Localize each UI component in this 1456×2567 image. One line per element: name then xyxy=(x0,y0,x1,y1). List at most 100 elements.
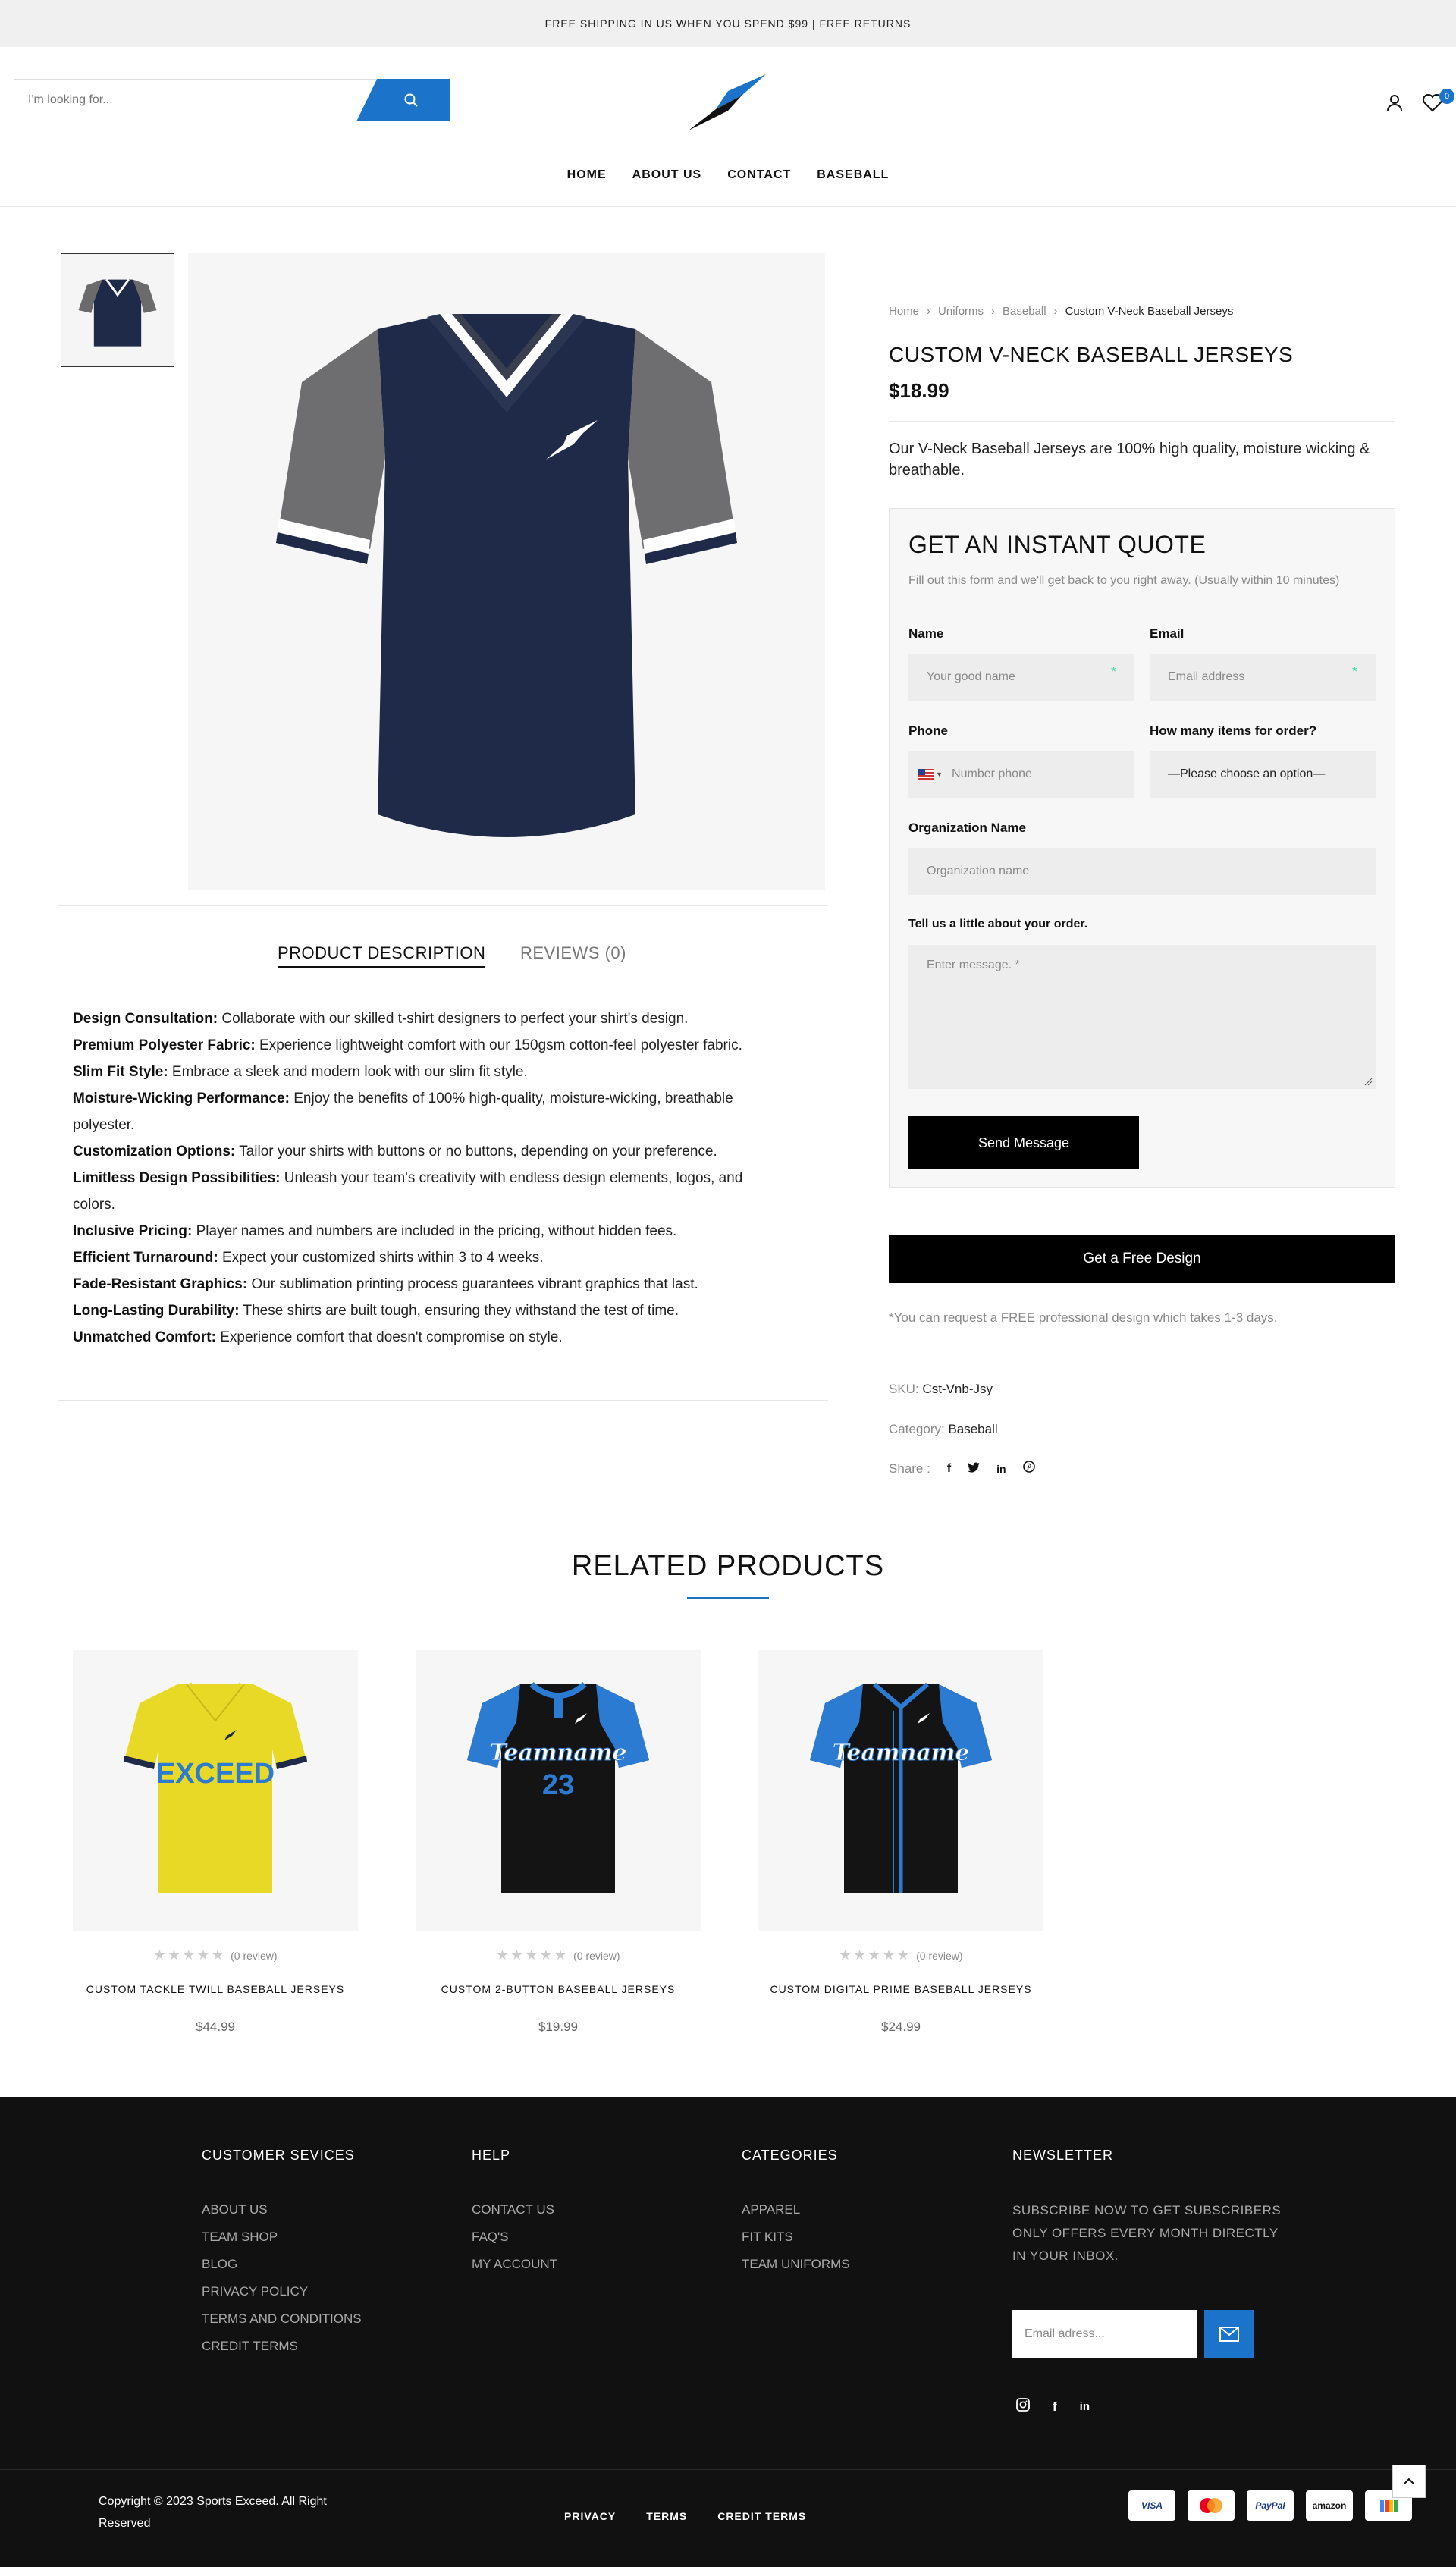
organization-label: Organization Name xyxy=(908,821,1026,835)
description-bottom-divider xyxy=(58,1400,828,1401)
paypal-icon: PayPal xyxy=(1247,2490,1294,2521)
description-item: Inclusive Pricing: Player names and numb… xyxy=(73,1223,677,1239)
instagram-icon[interactable] xyxy=(1016,2398,1030,2415)
product-card-image[interactable]: Teamname 23 xyxy=(416,1650,701,1931)
privacy-link[interactable]: PRIVACY xyxy=(564,2510,616,2522)
product-card-price: $44.99 xyxy=(196,2019,235,2034)
copyright-text: Copyright © 2023 Sports Exceed. All Righ… xyxy=(99,2495,327,2530)
category: Category: Baseball xyxy=(889,1422,998,1436)
message-label: Tell us a little about your order. xyxy=(908,918,1088,930)
breadcrumb-current: Custom V-Neck Baseball Jerseys xyxy=(1065,305,1234,318)
back-to-top-button[interactable] xyxy=(1392,2465,1426,2498)
product-card-name[interactable]: CUSTOM DIGITAL PRIME BASEBALL JERSEYS xyxy=(758,1983,1043,1995)
nav-contact[interactable]: CONTACT xyxy=(727,168,791,191)
send-message-button[interactable]: Send Message xyxy=(908,1116,1139,1169)
description-item: Premium Polyester Fabric: Experience lig… xyxy=(73,1037,742,1053)
product-card-image[interactable]: EXCEED xyxy=(73,1650,358,1931)
description-item: Customization Options: Tailor your shirt… xyxy=(73,1144,717,1160)
promo-bar: FREE SHIPPING IN US WHEN YOU SPEND $99 |… xyxy=(0,0,1456,47)
footer-link[interactable]: APPAREL xyxy=(742,2196,850,2223)
product-card[interactable]: Teamname ★★★★★ (0 review) CUSTOM DIGITAL … xyxy=(758,1650,1043,2035)
payment-methods: VISA PayPal amazon xyxy=(1128,2490,1412,2521)
footer-link[interactable]: TERMS AND CONDITIONS xyxy=(202,2305,362,2333)
organization-field[interactable]: Organization name xyxy=(908,848,1376,895)
us-flag-icon[interactable]: ▾ xyxy=(918,769,941,780)
product-card[interactable]: EXCEED ★★★★★ (0 review) CUSTOM TACKLE TWI… xyxy=(73,1650,358,2035)
footer-social-icons: f in xyxy=(1016,2398,1090,2415)
description-top-divider xyxy=(58,905,828,906)
description-item: Limitless Design Possibilities: Unleash … xyxy=(73,1170,743,1213)
phone-field[interactable]: ▾ Number phone xyxy=(908,751,1134,798)
twitter-icon[interactable] xyxy=(968,1461,981,1476)
breadcrumb-baseball[interactable]: Baseball xyxy=(1003,305,1046,318)
email-field[interactable]: Email address * xyxy=(1150,654,1376,701)
pinterest-icon[interactable] xyxy=(1022,1461,1035,1476)
footer-link[interactable]: CREDIT TERMS xyxy=(202,2333,362,2360)
footer-newsletter-title: NEWSLETTER xyxy=(1012,2148,1114,2163)
nav-baseball[interactable]: BASEBALL xyxy=(817,168,889,191)
quantity-select[interactable]: —Please choose an option— xyxy=(1150,751,1376,798)
facebook-icon[interactable]: f xyxy=(1053,2399,1057,2415)
footer-categories-title: CATEGORIES xyxy=(742,2148,838,2163)
description-item: Long-Lasting Durability: These shirts ar… xyxy=(73,1303,679,1319)
category-link[interactable]: Baseball xyxy=(948,1422,997,1436)
newsletter-subscribe-button[interactable] xyxy=(1204,2310,1254,2358)
footer-categories-list: APPAREL FIT KITS TEAM UNIFORMS xyxy=(742,2196,850,2278)
chevron-right-icon: › xyxy=(991,305,996,318)
search-input[interactable] xyxy=(28,93,385,107)
footer-link[interactable]: MY ACCOUNT xyxy=(472,2251,557,2278)
account-icon[interactable] xyxy=(1385,93,1404,112)
resize-handle-icon[interactable] xyxy=(1363,1077,1373,1086)
jersey-print-number: 23 xyxy=(542,1769,574,1801)
footer-link[interactable]: FAQ'S xyxy=(472,2223,557,2251)
organization-placeholder: Organization name xyxy=(927,865,1030,877)
footer-link[interactable]: PRIVACY POLICY xyxy=(202,2278,362,2305)
product-card-price: $24.99 xyxy=(881,2019,921,2034)
breadcrumb-uniforms[interactable]: Uniforms xyxy=(938,305,984,318)
phone-placeholder: Number phone xyxy=(952,767,1032,780)
description-item: Design Consultation: Collaborate with ou… xyxy=(73,1011,689,1027)
wishlist-count-badge: 0 xyxy=(1439,89,1454,104)
chevron-up-icon xyxy=(1404,2478,1414,2484)
free-design-note: *You can request a FREE professional des… xyxy=(889,1310,1278,1325)
newsletter-email-input[interactable]: Email adress... xyxy=(1012,2310,1197,2358)
linkedin-icon[interactable]: in xyxy=(1080,2400,1090,2413)
tab-product-description[interactable]: PRODUCT DESCRIPTION xyxy=(278,943,486,968)
footer-link[interactable]: ABOUT US xyxy=(202,2196,362,2223)
promo-text: FREE SHIPPING IN US WHEN YOU SPEND $99 |… xyxy=(544,17,912,30)
footer-help-list: CONTACT US FAQ'S MY ACCOUNT xyxy=(472,2196,557,2278)
footer-link[interactable]: CONTACT US xyxy=(472,2196,557,2223)
facebook-icon[interactable]: f xyxy=(947,1462,951,1476)
footer-link[interactable]: BLOG xyxy=(202,2251,362,2278)
credit-terms-link[interactable]: CREDIT TERMS xyxy=(717,2510,806,2522)
nav-about-us[interactable]: ABOUT US xyxy=(632,168,702,191)
description-item: Slim Fit Style: Embrace a sleek and mode… xyxy=(73,1064,528,1080)
product-price: $18.99 xyxy=(889,379,949,402)
related-products-title: RELATED PRODUCTS xyxy=(571,1550,885,1582)
rating-stars: ★★★★★ (0 review) xyxy=(153,1947,278,1963)
product-thumbnail[interactable] xyxy=(61,253,174,367)
footer-link[interactable]: TEAM UNIFORMS xyxy=(742,2251,850,2278)
amazon-icon: amazon xyxy=(1306,2490,1353,2521)
product-card-name[interactable]: CUSTOM TACKLE TWILL BASEBALL JERSEYS xyxy=(73,1983,358,1995)
search-icon xyxy=(404,93,418,107)
summary-divider xyxy=(889,421,1395,422)
get-free-design-button[interactable]: Get a Free Design xyxy=(889,1235,1395,1283)
product-card-image[interactable]: Teamname xyxy=(758,1650,1043,1931)
share-bar: Share : f in xyxy=(889,1461,1035,1476)
site-logo[interactable] xyxy=(682,73,774,133)
footer-link[interactable]: FIT KITS xyxy=(742,2223,850,2251)
tab-reviews[interactable]: REVIEWS (0) xyxy=(520,943,626,963)
linkedin-icon[interactable]: in xyxy=(996,1463,1006,1475)
terms-link[interactable]: TERMS xyxy=(646,2510,687,2522)
quantity-label: How many items for order? xyxy=(1150,723,1317,738)
sku-value: Cst-Vnb-Jsy xyxy=(922,1382,993,1396)
name-field[interactable]: Your good name * xyxy=(908,654,1134,701)
footer-link[interactable]: TEAM SHOP xyxy=(202,2223,362,2251)
product-main-image[interactable] xyxy=(188,253,825,890)
product-card[interactable]: Teamname 23 ★★★★★ (0 review) CUSTOM 2-BUT… xyxy=(416,1650,701,2035)
nav-home[interactable]: HOME xyxy=(567,168,607,191)
message-textarea[interactable]: Enter message. * xyxy=(908,945,1376,1089)
product-card-name[interactable]: CUSTOM 2-BUTTON BASEBALL JERSEYS xyxy=(416,1983,701,1995)
breadcrumb-home[interactable]: Home xyxy=(889,305,919,318)
